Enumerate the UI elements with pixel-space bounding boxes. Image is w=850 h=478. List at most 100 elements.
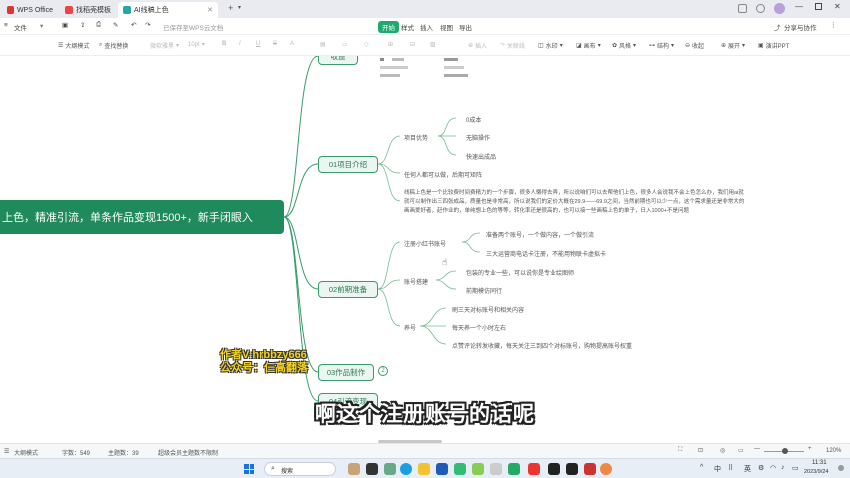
align-icon[interactable]: ⊞ [388, 41, 393, 48]
avatar[interactable] [774, 3, 785, 14]
italic-button[interactable]: I [239, 41, 241, 47]
topic-anyone[interactable]: 任何人都可以做，后期可矩阵 [404, 170, 482, 179]
topic-description-line[interactable]: 就可以制作出三四张成品，质量也是非常高，所以说我们的定价大概在29.9——69.… [404, 197, 744, 205]
menu-file[interactable]: 文件 [14, 22, 27, 32]
notification-icon[interactable] [838, 465, 844, 471]
menu-view[interactable]: 视图 [440, 22, 453, 32]
windows-start-icon[interactable] [244, 464, 254, 474]
chevron-down-icon[interactable]: ▾ [40, 22, 43, 30]
chevron-up-icon[interactable]: ^ [700, 464, 703, 471]
app-icon[interactable] [600, 463, 612, 475]
skin-icon[interactable] [756, 4, 765, 13]
topic-nurture-account[interactable]: 养号 [404, 323, 416, 332]
branch-project-intro[interactable]: 01项目介绍 [318, 156, 378, 173]
app-icon[interactable] [508, 463, 520, 475]
settings-icon[interactable]: ⚙ [758, 464, 764, 472]
minimize-icon[interactable]: — [795, 2, 803, 11]
volume-icon[interactable]: ♪ [781, 464, 785, 471]
clock-date[interactable]: 2023/9/24 [804, 469, 828, 475]
clock-time[interactable]: 11:31 [812, 460, 827, 466]
outline-mode-toggle[interactable]: 大纲模式 [14, 448, 38, 457]
tab-template[interactable]: 找稻壳模板 [60, 2, 116, 18]
redo-icon[interactable]: ↷ [145, 21, 150, 29]
app-icon[interactable] [566, 463, 578, 475]
battery-icon[interactable]: ▭ [792, 464, 799, 472]
topic-zero-cost[interactable]: 0成本 [466, 115, 481, 124]
branch-production[interactable]: 03作品制作 [318, 364, 374, 381]
branch-preparation[interactable]: 02前期准备 [318, 281, 378, 298]
layout-icon[interactable] [738, 4, 747, 13]
zoom-in-icon[interactable]: + [808, 446, 812, 452]
pen-icon[interactable]: ✎ [113, 21, 118, 29]
app-icon[interactable] [490, 463, 502, 475]
save-icon[interactable]: ▣ [62, 21, 68, 29]
export-icon[interactable]: ⇪ [80, 21, 85, 29]
zoom-out-icon[interactable]: — [754, 446, 760, 452]
tab-wps-office[interactable]: WPS Office [2, 2, 58, 18]
fullscreen-icon[interactable]: ⛶ [678, 447, 682, 454]
underline-button[interactable]: U [256, 41, 260, 47]
mindmap-canvas[interactable]: 收益 上色，精准引流，单条作品变现1500+，新手闭眼入 01项目介绍 项目优势… [0, 56, 850, 443]
font-size-select[interactable]: 10pt ▾ [188, 41, 205, 49]
expand-button[interactable]: ⊕ 展开 ▾ [721, 41, 745, 50]
strike-button[interactable]: S [273, 41, 277, 47]
close-tab-icon[interactable]: ✕ [207, 6, 213, 14]
border-icon[interactable]: ▭ [342, 41, 348, 48]
topic-description-line[interactable]: 画画爱好者，赶作业的，单纯想上色的等等，转化率还是很高的，也可以接一些画稿上色的… [404, 206, 689, 214]
root-topic[interactable]: 上色，精准引流，单条作品变现1500+，新手闭眼入 [0, 200, 284, 234]
association-button[interactable]: ⤳ 关联线 [500, 41, 525, 50]
close-window-icon[interactable]: ✕ [834, 2, 841, 11]
insert-child-button[interactable]: ⊕ 插入 [468, 41, 487, 50]
shape-icon[interactable]: ◇ [364, 41, 369, 48]
watermark-button[interactable]: ◫ 水印 ▾ [538, 41, 563, 50]
collapsed-count-badge[interactable]: 2 [378, 366, 388, 376]
store-icon[interactable] [436, 463, 448, 475]
wifi-icon[interactable]: ◠ [770, 464, 776, 472]
font-name-select[interactable]: 微软雅黑 ▾ [150, 41, 179, 50]
zoom-slider-handle[interactable] [782, 448, 788, 454]
text-color-button[interactable]: A [290, 41, 294, 47]
hamburger-icon[interactable]: ≡ [4, 22, 8, 29]
member-notice[interactable]: 超级会员主题数不限制 [158, 448, 218, 457]
taskbar-search-box[interactable]: ⌕ 搜索 [264, 462, 336, 476]
new-tab-icon[interactable]: + [228, 3, 233, 13]
task-view-icon[interactable] [366, 463, 378, 475]
edge-icon[interactable] [400, 463, 412, 475]
topic-engagement[interactable]: 点赞评论转发收藏，每天关注三到四个对标账号，购物提高账号权重 [452, 341, 632, 350]
collapse-button[interactable]: ⊖ 收起 [685, 41, 704, 50]
maximize-icon[interactable] [815, 3, 822, 10]
topic-easy-operation[interactable]: 无脑操作 [466, 133, 490, 142]
share-button[interactable]: 分享与协作 [784, 22, 817, 32]
style-button[interactable]: ✿ 风格 ▾ [612, 41, 636, 50]
ime-options-icon[interactable]: ⠿ [728, 464, 733, 472]
topic-professional-package[interactable]: 包装的专业一些，可以说你是专业绘图师 [466, 268, 574, 277]
app-icon[interactable] [584, 463, 596, 475]
more-icon[interactable]: ⋮ [830, 21, 837, 29]
topic-fast-output[interactable]: 快速出成品 [466, 152, 496, 161]
structure-button[interactable]: ⊶ 结构 ▾ [649, 41, 674, 50]
fit-icon[interactable]: ⊡ [698, 447, 703, 454]
topic-description-line[interactable]: 线稿上色是一个比较费时间费精力的一个步骤，很多人懒得去弄，所以说咱们可以去帮他们… [404, 188, 744, 196]
branch-income[interactable]: 收益 [318, 56, 358, 65]
presentation-icon[interactable]: ▭ [738, 447, 744, 454]
bold-button[interactable]: B [222, 41, 226, 47]
tab-document[interactable]: AI线稿上色 ✕ [118, 2, 218, 18]
app-icon[interactable] [472, 463, 484, 475]
topic-two-accounts[interactable]: 准备两个账号，一个做内容，一个做引流 [486, 230, 594, 239]
share-icon[interactable]: ⤴ [774, 22, 781, 32]
canvas-button[interactable]: ◪ 画布 ▾ [576, 41, 601, 50]
menu-insert[interactable]: 插入 [420, 22, 433, 32]
locate-icon[interactable]: ◎ [720, 447, 725, 454]
find-replace-button[interactable]: ⌕ 查找替换 [99, 41, 128, 50]
print-icon[interactable]: ⎙ [96, 21, 101, 29]
topic-register-account[interactable]: 注册小红书账号 [404, 239, 446, 248]
topic-one-hour-daily[interactable]: 每天养一个小时左右 [452, 323, 506, 332]
style-fill-icon[interactable]: ▤ [320, 41, 326, 48]
layout-icon[interactable]: ⊟ [410, 41, 415, 48]
topic-account-setup[interactable]: 账号搭建 [404, 277, 428, 286]
chat-icon[interactable] [384, 463, 396, 475]
outline-mode-button[interactable]: ☰ 大纲模式 [58, 41, 89, 50]
file-explorer-icon[interactable] [418, 463, 430, 475]
topic-imitate-peers[interactable]: 前期模仿同行 [466, 286, 502, 295]
present-ppt-button[interactable]: ▣ 演讲PPT [758, 41, 789, 50]
